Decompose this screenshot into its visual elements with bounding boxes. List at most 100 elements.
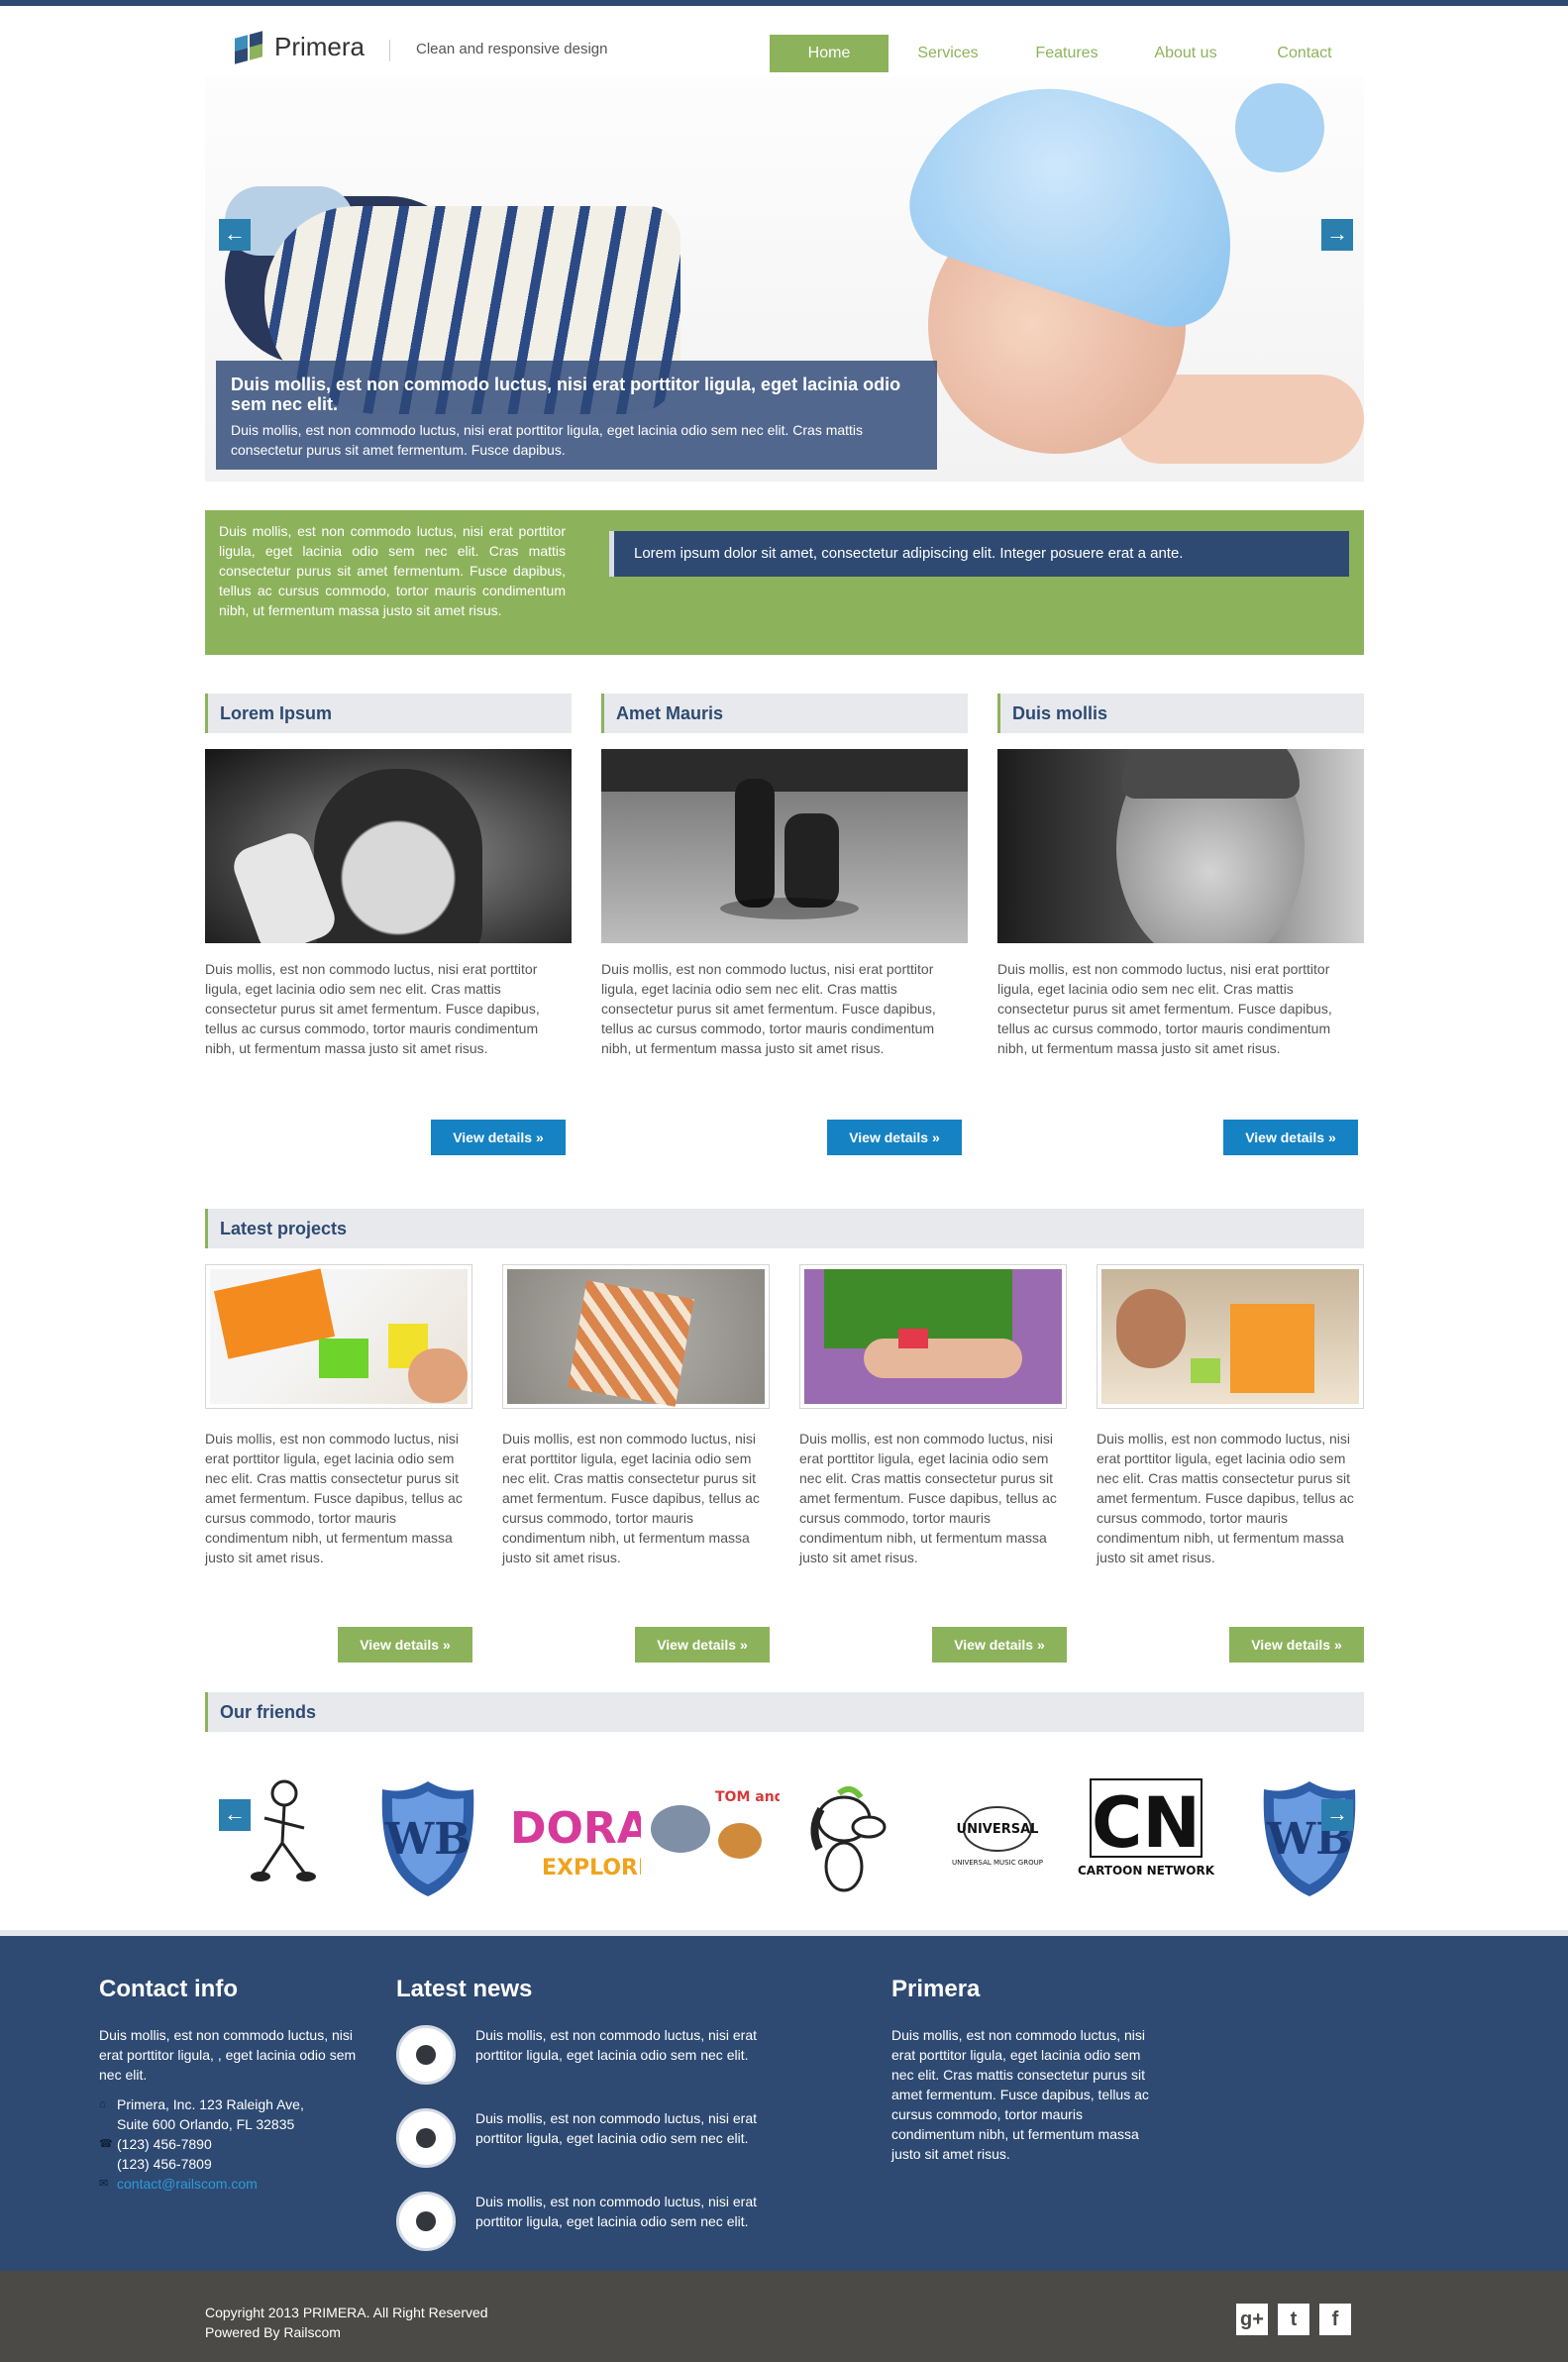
feature-card: Lorem Ipsum Duis mollis, est non commodo… (205, 694, 572, 1155)
intro-band: Duis mollis, est non commodo luctus, nis… (205, 510, 1364, 655)
view-details-button[interactable]: View details » (827, 1120, 962, 1155)
header: Primera Clean and responsive design Home… (205, 22, 1364, 77)
nav-features[interactable]: Features (1007, 35, 1126, 72)
slider-caption-title: Duis mollis, est non commodo luctus, nis… (231, 375, 901, 414)
universal-logo[interactable]: UNIVERSAL UNIVERSAL MUSIC GROUP (928, 1789, 1067, 1869)
doggy-logo[interactable] (799, 1779, 898, 1898)
nav-home[interactable]: Home (770, 35, 889, 72)
feature-card: Amet Mauris Duis mollis, est non commodo… (601, 694, 968, 1155)
logo[interactable]: Primera (235, 30, 366, 64)
copyright-text: Copyright 2013 PRIMERA. All Right Reserv… (205, 2305, 488, 2320)
powered-by-text: Powered By Railscom (205, 2324, 341, 2340)
social-links: g+ t f (1236, 2304, 1351, 2335)
bottom-bar: Copyright 2013 PRIMERA. All Right Reserv… (0, 2271, 1568, 2362)
dora-logo[interactable]: DORA EXPLORER (502, 1783, 641, 1892)
feature-title: Amet Mauris (601, 694, 968, 733)
cartoon-network-logo-text: CARTOON NETWORK (1078, 1864, 1215, 1878)
news-text: Duis mollis, est non commodo luctus, nis… (475, 2194, 757, 2229)
friends-carousel: WB DORA EXPLORER TOM and JERRY UNIVERSAL… (205, 1760, 1364, 1898)
project-card: Duis mollis, est non commodo luctus, nis… (799, 1264, 1067, 1663)
slider-caption: Duis mollis, est non commodo luctus, nis… (216, 361, 937, 470)
view-details-button[interactable]: View details » (431, 1120, 566, 1155)
project-card: Duis mollis, est non commodo luctus, nis… (205, 1264, 472, 1663)
intro-quote: Lorem ipsum dolor sit amet, consectetur … (609, 531, 1349, 577)
feature-text: Duis mollis, est non commodo luctus, nis… (601, 961, 936, 1056)
brand-name: Primera (274, 32, 366, 61)
nav-services[interactable]: Services (889, 35, 1007, 72)
news-item[interactable]: Duis mollis, est non commodo luctus, nis… (396, 2025, 832, 2085)
feature-title: Duis mollis (997, 694, 1364, 733)
email-link[interactable]: contact@railscom.com (117, 2174, 258, 2194)
nav-about[interactable]: About us (1126, 35, 1245, 72)
friends-next-arrow-icon[interactable]: → (1321, 1799, 1353, 1831)
feature-photo (601, 749, 968, 943)
project-thumbnail[interactable] (502, 1264, 770, 1409)
phone-icon: ☎ (99, 2138, 113, 2150)
cartoon-network-logo-letters: CN (1092, 1782, 1201, 1864)
footer-contact: Contact info Duis mollis, est non commod… (99, 1976, 357, 2194)
top-accent-bar (0, 0, 1568, 6)
phone-number: (123) 456-7809 (117, 2156, 212, 2172)
friends-section: Our friends WB DORA EXPLORER TOM and JER… (205, 1692, 1364, 1898)
project-text: Duis mollis, est non commodo luctus, nis… (205, 1431, 463, 1565)
twitter-icon[interactable]: t (1278, 2304, 1309, 2335)
universal-logo-subtitle: UNIVERSAL MUSIC GROUP (952, 1859, 1043, 1867)
project-thumbnail[interactable] (1097, 1264, 1364, 1409)
cartoon-network-logo[interactable]: CN CARTOON NETWORK (1077, 1773, 1215, 1882)
project-text: Duis mollis, est non commodo luctus, nis… (1097, 1431, 1354, 1565)
wb-shield-logo[interactable]: WB (1260, 1779, 1359, 1898)
svg-text:WB: WB (384, 1814, 471, 1865)
feature-text: Duis mollis, est non commodo luctus, nis… (997, 961, 1332, 1056)
tagline: Clean and responsive design (389, 40, 607, 61)
feature-photo (205, 749, 572, 943)
view-details-button[interactable]: View details » (338, 1627, 472, 1663)
features-section: Lorem Ipsum Duis mollis, est non commodo… (205, 694, 1364, 1159)
section-title: Latest projects (205, 1209, 1364, 1248)
project-thumbnail[interactable] (205, 1264, 472, 1409)
wb-shield-logo[interactable]: WB (378, 1779, 477, 1898)
cartoon-figure-logo[interactable] (235, 1773, 334, 1892)
tom-and-jerry-logo[interactable]: TOM and JERRY (641, 1779, 780, 1879)
address-line: Primera, Inc. 123 Raleigh Ave, (117, 2096, 304, 2112)
latest-projects-section: Latest projects Duis mollis, est non com… (205, 1209, 1364, 1664)
project-thumbnail[interactable] (799, 1264, 1067, 1409)
facebook-icon[interactable]: f (1319, 2304, 1351, 2335)
slider-caption-text: Duis mollis, est non commodo luctus, nis… (231, 422, 864, 458)
dora-logo-title: DORA (510, 1803, 641, 1854)
footer: Contact info Duis mollis, est non commod… (0, 1930, 1568, 2271)
nav-contact[interactable]: Contact (1245, 35, 1364, 72)
slider-next-arrow-icon[interactable]: → (1321, 219, 1353, 251)
footer-news: Latest news Duis mollis, est non commodo… (396, 1976, 832, 2275)
slider-prev-arrow-icon[interactable]: ← (219, 219, 251, 251)
news-text: Duis mollis, est non commodo luctus, nis… (475, 2027, 757, 2063)
google-plus-icon[interactable]: g+ (1236, 2304, 1268, 2335)
footer-about-title: Primera (891, 1976, 981, 2002)
user-icon (396, 2108, 456, 2168)
feature-card: Duis mollis Duis mollis, est non commodo… (997, 694, 1364, 1155)
feature-photo (997, 749, 1364, 943)
view-details-button[interactable]: View details » (932, 1627, 1067, 1663)
news-item[interactable]: Duis mollis, est non commodo luctus, nis… (396, 2108, 832, 2168)
mail-icon: ✉ (99, 2178, 109, 2190)
dora-logo-subtitle: EXPLORER (542, 1856, 641, 1880)
project-card: Duis mollis, est non commodo luctus, nis… (502, 1264, 770, 1663)
chat-icon (396, 2192, 456, 2251)
section-title: Our friends (205, 1692, 1364, 1732)
footer-contact-title: Contact info (99, 1976, 238, 2002)
footer-about-text: Duis mollis, est non commodo luctus, nis… (891, 2027, 1149, 2162)
address-line: Suite 600 Orlando, FL 32835 (117, 2116, 295, 2132)
view-details-button[interactable]: View details » (1229, 1627, 1364, 1663)
project-text: Duis mollis, est non commodo luctus, nis… (799, 1431, 1057, 1565)
settings-icon (396, 2025, 456, 2085)
project-card: Duis mollis, est non commodo luctus, nis… (1097, 1264, 1364, 1663)
footer-contact-text: Duis mollis, est non commodo luctus, nis… (99, 2027, 357, 2083)
news-item[interactable]: Duis mollis, est non commodo luctus, nis… (396, 2192, 832, 2251)
hero-slider: ← → Duis mollis, est non commodo luctus,… (205, 77, 1364, 482)
intro-text: Duis mollis, est non commodo luctus, nis… (219, 523, 566, 618)
view-details-button[interactable]: View details » (635, 1627, 770, 1663)
friends-prev-arrow-icon[interactable]: ← (219, 1799, 251, 1831)
home-icon: ⌂ (99, 2098, 106, 2110)
view-details-button[interactable]: View details » (1223, 1120, 1358, 1155)
tom-and-jerry-logo-text: TOM and JERRY (715, 1789, 780, 1805)
main-nav: Home Services Features About us Contact (770, 35, 1364, 72)
